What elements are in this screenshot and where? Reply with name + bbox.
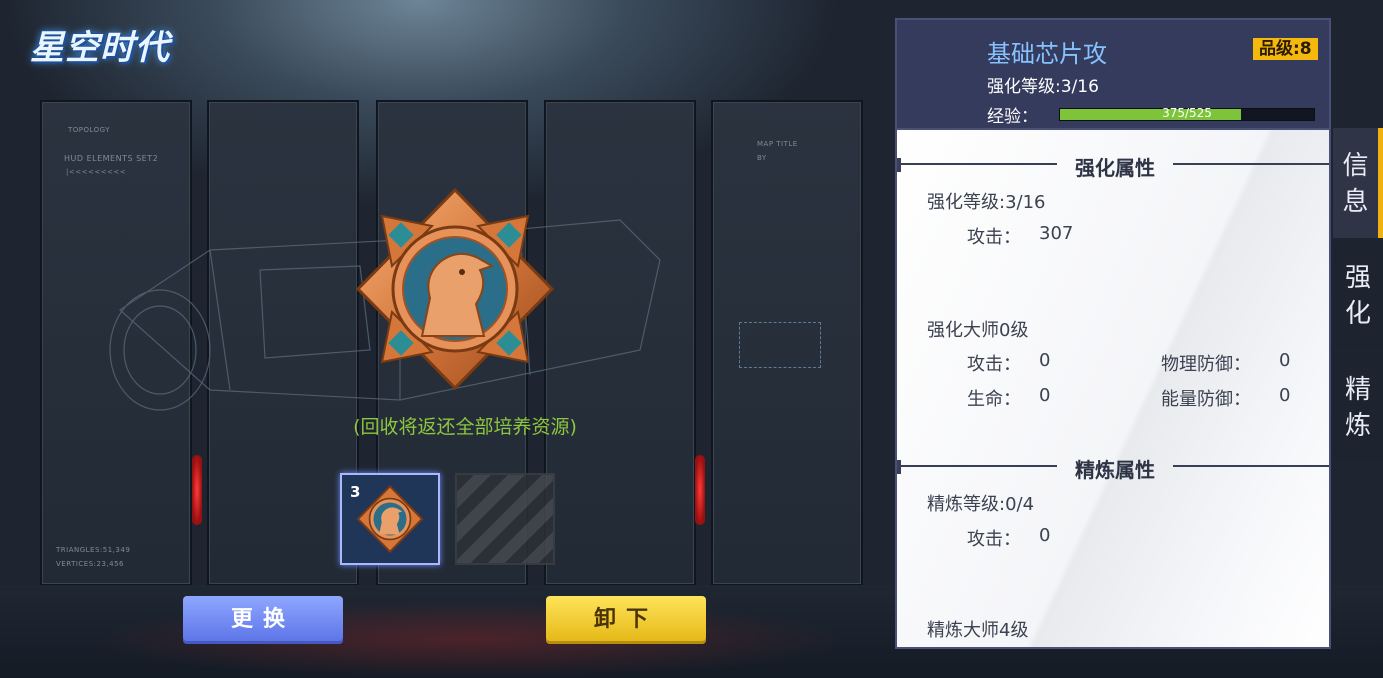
exp-text: 375/525 <box>1162 106 1212 120</box>
quality-badge: 品级:8 <box>1253 38 1318 60</box>
tab-info-char-2: 息 <box>1342 187 1369 217</box>
item-header: 基础芯片攻 品级:8 强化等级:3/16 经验： 375/525 <box>895 18 1331 130</box>
tab-refine-char-1: 精 <box>1344 375 1371 405</box>
tab-refine-char-2: 炼 <box>1344 411 1371 441</box>
hud-elements-text: HUD ELEMENTS SET2 <box>64 154 159 163</box>
refine-master-title: 精炼大师4级 <box>927 620 1029 641</box>
item-name: 基础芯片攻 <box>987 40 1107 68</box>
tab-enhance-char-1: 强 <box>1344 263 1371 293</box>
hud-vertices-text: VERTICES:23,456 <box>56 560 125 568</box>
master-phys-def-label: 物理防御： <box>1161 354 1251 375</box>
divider-line-right <box>1173 465 1329 467</box>
divider-cap-right <box>1329 460 1331 474</box>
recycle-note: (回收将返还全部培养资源) <box>353 416 577 438</box>
master-attack-value: 0 <box>1039 350 1051 371</box>
refine-attack-label: 攻击： <box>967 529 1021 550</box>
hud-triangles-text: TRIANGLES:51,349 <box>56 546 131 554</box>
tab-enhance-char-2: 化 <box>1344 299 1371 329</box>
divider-cap-right <box>1329 158 1331 172</box>
red-light-right <box>695 455 705 525</box>
red-light-left <box>192 455 202 525</box>
master-hp-value: 0 <box>1039 385 1051 406</box>
item-info-panel: 基础芯片攻 品级:8 强化等级:3/16 经验： 375/525 强化属性 强化… <box>895 18 1331 649</box>
tab-info-char-1: 信 <box>1342 151 1369 181</box>
exp-label: 经验： <box>987 107 1038 127</box>
refine-section-header: 精炼属性 <box>897 454 1331 482</box>
tab-refine[interactable]: 精 炼 <box>1333 352 1383 462</box>
enhance-section-header: 强化属性 <box>897 152 1331 180</box>
item-level: 强化等级:3/16 <box>987 77 1099 97</box>
hud-map-by-text: BY <box>757 154 767 162</box>
side-tabs: 信 息 强 化 精 炼 <box>1333 128 1383 468</box>
enhance-level: 强化等级:3/16 <box>927 192 1046 213</box>
refine-title: 精炼属性 <box>1075 458 1155 482</box>
swap-button[interactable]: 更换 <box>183 596 343 644</box>
tab-enhance[interactable]: 强 化 <box>1333 240 1383 350</box>
eagle-medal-small-icon <box>356 485 424 553</box>
attributes-body: 强化属性 强化等级:3/16 攻击： 307 强化大师0级 攻击： 0 物理防御… <box>895 130 1331 649</box>
divider-line-right <box>1173 163 1329 165</box>
master-attack-label: 攻击： <box>967 354 1021 375</box>
master-title: 强化大师0级 <box>927 320 1029 341</box>
master-phys-def-value: 0 <box>1279 350 1291 371</box>
master-energy-def-label: 能量防御： <box>1161 389 1251 410</box>
enhance-attack-label: 攻击： <box>967 227 1021 248</box>
hud-map-title-text: MAP TITLE <box>757 140 798 148</box>
unequip-button[interactable]: 卸下 <box>546 596 706 644</box>
master-hp-label: 生命： <box>967 389 1021 410</box>
master-energy-def-value: 0 <box>1279 385 1291 406</box>
eagle-medal-icon <box>355 187 555 391</box>
enhance-title: 强化属性 <box>1075 156 1155 180</box>
refine-level: 精炼等级:0/4 <box>927 494 1035 515</box>
tab-info[interactable]: 信 息 <box>1333 128 1383 238</box>
enhance-attack-value: 307 <box>1039 223 1074 244</box>
game-logo: 星空时代 <box>30 28 170 68</box>
equipped-slot[interactable]: 3 <box>340 473 440 565</box>
hud-arrows-text: |<<<<<<<<< <box>66 168 127 176</box>
hud-panel-5: MAP TITLE BY <box>711 100 863 586</box>
refine-attack-value: 0 <box>1039 525 1051 546</box>
exp-bar: 375/525 <box>1059 106 1315 121</box>
empty-slot[interactable] <box>455 473 555 565</box>
hud-topology-text: TOPOLOGY <box>68 126 111 134</box>
hud-radar-box <box>739 322 821 368</box>
